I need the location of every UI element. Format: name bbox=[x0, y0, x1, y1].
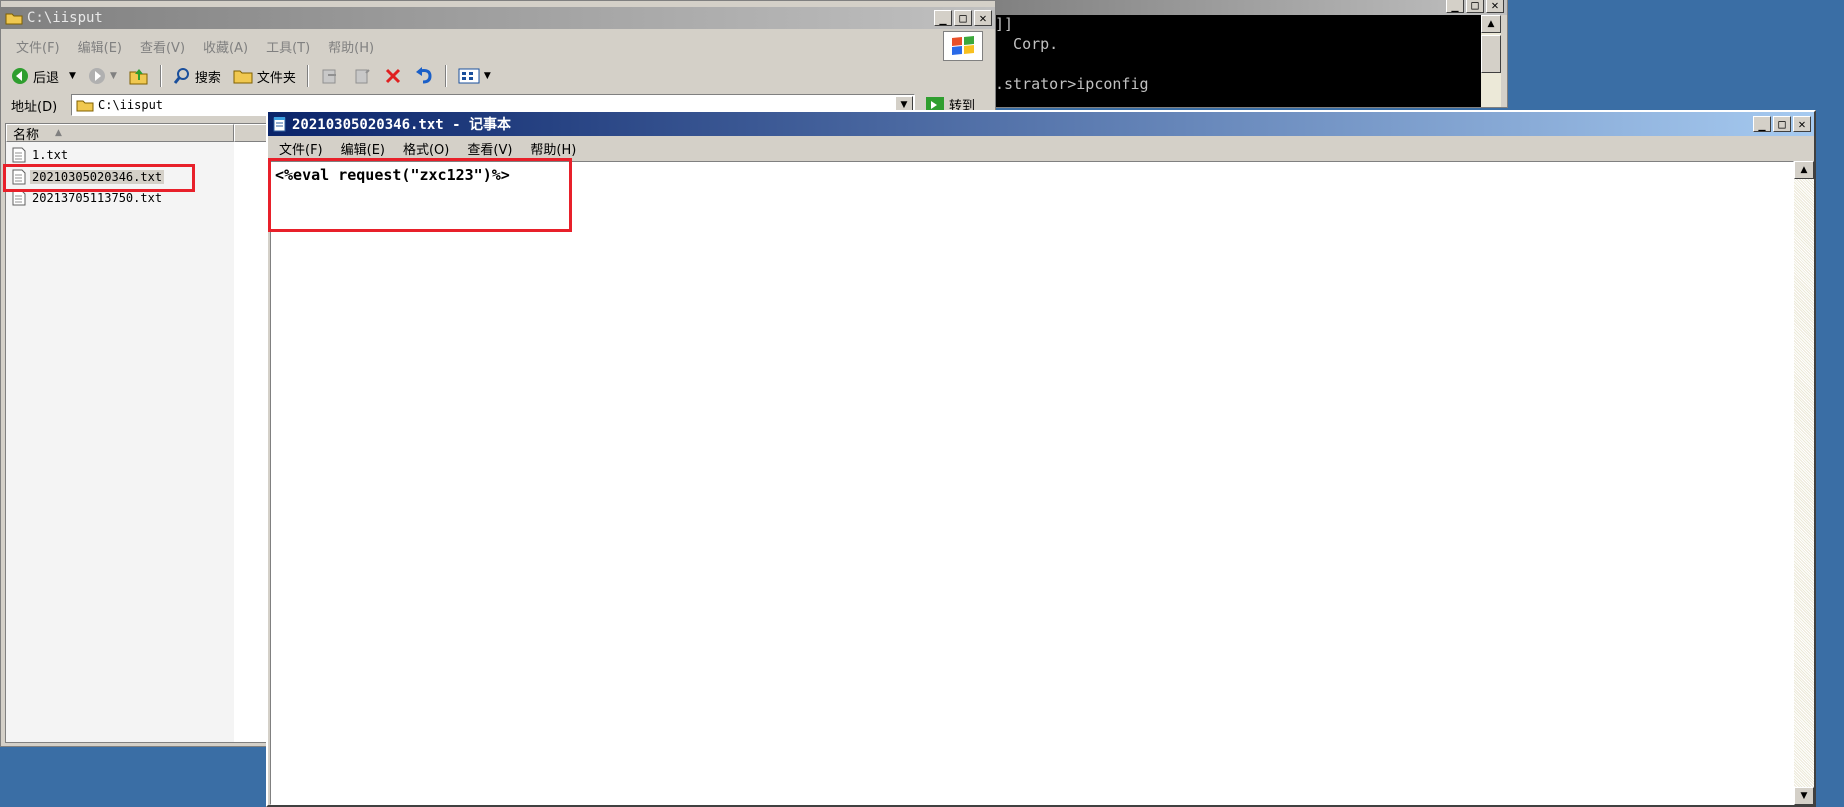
console-scroll-up-button[interactable]: ▲ bbox=[1481, 15, 1501, 33]
forward-button[interactable]: ▼ bbox=[84, 65, 121, 87]
notepad-title: 20210305020346.txt - 记事本 bbox=[292, 117, 512, 133]
explorer-close-button[interactable]: ✕ bbox=[974, 10, 992, 26]
highlight-notepad-content bbox=[268, 158, 572, 232]
explorer-maximize-button[interactable]: □ bbox=[954, 10, 972, 26]
console-maximize-button[interactable]: □ bbox=[1466, 0, 1484, 13]
views-button[interactable]: ▼ bbox=[454, 66, 495, 86]
up-folder-icon bbox=[129, 67, 149, 85]
explorer-menu-view[interactable]: 查看(V) bbox=[131, 37, 194, 56]
delete-x-icon bbox=[384, 67, 402, 85]
notepad-minimize-button[interactable]: _ bbox=[1753, 116, 1771, 132]
notepad-menu-edit[interactable]: 编辑(E) bbox=[332, 139, 394, 158]
chevron-down-icon[interactable]: ▼ bbox=[484, 71, 491, 81]
move-to-button[interactable] bbox=[316, 65, 344, 87]
toolbar-separator bbox=[444, 65, 447, 87]
windows-logo bbox=[943, 31, 983, 61]
explorer-menu-favorites[interactable]: 收藏(A) bbox=[194, 37, 257, 56]
sort-ascending-icon: ▲ bbox=[55, 128, 62, 138]
column-name-label: 名称 bbox=[13, 127, 40, 143]
file-row[interactable]: 1.txt bbox=[12, 146, 70, 164]
folder-icon bbox=[76, 98, 94, 112]
search-icon bbox=[173, 67, 191, 85]
console-scroll-thumb[interactable] bbox=[1481, 35, 1501, 73]
name-column-bg bbox=[6, 142, 234, 742]
copy-to-icon bbox=[352, 67, 372, 85]
search-label: 搜索 bbox=[194, 70, 221, 86]
chevron-down-icon: ▼ bbox=[900, 100, 908, 110]
console-close-button[interactable]: ✕ bbox=[1486, 0, 1504, 13]
back-arrow-icon bbox=[11, 67, 29, 85]
console-line: Corp. bbox=[995, 35, 1059, 53]
console-line: ]] bbox=[995, 15, 1014, 33]
back-button[interactable]: 后退 ▼ bbox=[7, 65, 80, 88]
toolbar-separator bbox=[159, 65, 162, 87]
file-name: 1.txt bbox=[32, 148, 69, 162]
move-to-icon bbox=[320, 67, 340, 85]
undo-icon bbox=[414, 67, 434, 85]
notepad-menu-file[interactable]: 文件(F) bbox=[270, 139, 332, 158]
notepad-menu-format[interactable]: 格式(O) bbox=[394, 139, 458, 158]
folders-label: 文件夹 bbox=[256, 70, 296, 86]
explorer-menu-file[interactable]: 文件(F) bbox=[7, 37, 69, 56]
notepad-text-area[interactable]: <%eval request("zxc123")%> bbox=[270, 161, 1794, 805]
search-button[interactable]: 搜索 bbox=[169, 65, 225, 88]
folders-button[interactable]: 文件夹 bbox=[229, 65, 300, 88]
toolbar-separator bbox=[306, 65, 309, 87]
windows-flag-icon bbox=[952, 36, 974, 55]
console-window[interactable]: _ □ ✕ ]] Corp. .strator>ipconfig ▲ bbox=[990, 0, 1508, 108]
text-file-icon bbox=[12, 190, 26, 206]
forward-arrow-icon bbox=[88, 67, 106, 85]
explorer-menu-edit[interactable]: 编辑(E) bbox=[69, 37, 131, 56]
notepad-menubar: 文件(F) 编辑(E) 格式(O) 查看(V) 帮助(H) bbox=[268, 137, 1814, 159]
copy-to-button[interactable] bbox=[348, 65, 376, 87]
notepad-icon bbox=[272, 116, 288, 132]
notepad-scrollbar[interactable]: ▲ ▼ bbox=[1794, 161, 1814, 805]
chevron-down-icon[interactable]: ▼ bbox=[110, 71, 117, 81]
console-line: .strator>ipconfig bbox=[995, 75, 1149, 93]
undo-button[interactable] bbox=[410, 65, 438, 87]
delete-button[interactable] bbox=[380, 65, 406, 87]
notepad-scroll-up-button[interactable]: ▲ bbox=[1794, 161, 1814, 179]
text-file-icon bbox=[12, 147, 26, 163]
console-scrollbar[interactable]: ▲ bbox=[1481, 15, 1501, 107]
column-header-name[interactable]: 名称 ▲ bbox=[6, 124, 234, 143]
console-output[interactable]: ]] Corp. .strator>ipconfig bbox=[993, 15, 1481, 107]
explorer-menubar: 文件(F) 编辑(E) 查看(V) 收藏(A) 工具(T) 帮助(H) bbox=[1, 33, 995, 59]
explorer-minimize-button[interactable]: _ bbox=[934, 10, 952, 26]
chevron-down-icon[interactable]: ▼ bbox=[69, 71, 76, 81]
explorer-title: C:\iisput bbox=[27, 10, 103, 26]
notepad-titlebar[interactable]: 20210305020346.txt - 记事本 _ □ ✕ bbox=[268, 112, 1814, 136]
console-titlebar[interactable]: _ □ ✕ bbox=[991, 0, 1507, 15]
folder-icon bbox=[5, 11, 23, 25]
explorer-menu-help[interactable]: 帮助(H) bbox=[319, 37, 383, 56]
explorer-toolbar: 后退 ▼ ▼ 搜索 文件夹 ▼ bbox=[1, 61, 995, 91]
notepad-maximize-button[interactable]: □ bbox=[1773, 116, 1791, 132]
notepad-scroll-down-button[interactable]: ▼ bbox=[1794, 787, 1814, 805]
console-minimize-button[interactable]: _ bbox=[1446, 0, 1464, 13]
explorer-titlebar[interactable]: C:\iisput _ □ ✕ bbox=[1, 7, 995, 29]
address-value: C:\iisput bbox=[98, 98, 164, 112]
highlight-selected-file bbox=[3, 164, 195, 192]
notepad-menu-help[interactable]: 帮助(H) bbox=[521, 139, 585, 158]
back-label: 后退 bbox=[33, 70, 60, 86]
explorer-menu-tools[interactable]: 工具(T) bbox=[257, 37, 319, 56]
address-label: 地址(D) bbox=[11, 100, 58, 115]
file-name: 20213705113750.txt bbox=[32, 191, 163, 205]
notepad-close-button[interactable]: ✕ bbox=[1793, 116, 1811, 132]
notepad-menu-view[interactable]: 查看(V) bbox=[458, 139, 521, 158]
views-grid-icon bbox=[458, 68, 480, 84]
up-folder-button[interactable] bbox=[125, 65, 153, 87]
folder-icon bbox=[233, 68, 253, 84]
